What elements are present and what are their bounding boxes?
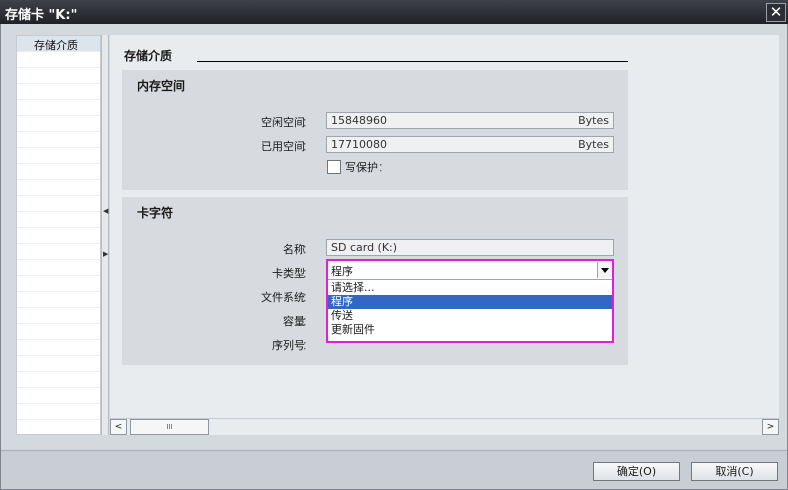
card-type-select[interactable]: 程序 — [328, 261, 612, 280]
expand-right-icon[interactable]: ▶ — [103, 250, 108, 258]
card-type-label: 卡类型 — [272, 267, 305, 280]
scroll-right-icon[interactable]: > — [762, 419, 779, 435]
colon: ： — [302, 116, 313, 129]
nav-empty-row — [17, 276, 100, 292]
nav-empty-row — [17, 404, 100, 420]
used-space-unit: Bytes — [578, 138, 609, 151]
section-title: 存储介质 — [124, 49, 173, 63]
close-icon[interactable]: ✕ — [766, 3, 786, 22]
nav-empty-row — [17, 164, 100, 180]
nav-empty-row — [17, 116, 100, 132]
free-space-value: 15848960 — [331, 114, 387, 127]
colon: ： — [302, 291, 313, 304]
card-group: 卡字符 名称 ： SD card (K:) 卡类型 ： 文件系统 ： 容量 ： … — [122, 197, 628, 365]
card-type-dropdown[interactable]: 程序 请选择... 程序 传送 更新固件 — [326, 259, 614, 343]
nav-empty-row — [17, 228, 100, 244]
collapse-left-icon[interactable]: ◀ — [103, 207, 108, 215]
nav-empty-row — [17, 52, 100, 68]
file-system-label: 文件系统 — [261, 291, 305, 304]
write-protect-checkbox[interactable] — [327, 160, 341, 174]
free-space-unit: Bytes — [578, 114, 609, 127]
title-bar: 存储卡 "K:" ✕ — [0, 0, 788, 24]
option-please-select[interactable]: 请选择... — [328, 281, 612, 295]
cancel-button[interactable]: 取消(C) — [691, 462, 778, 481]
nav-empty-row — [17, 356, 100, 372]
free-space-label: 空闲空间 — [261, 116, 305, 129]
window-title: 存储卡 "K:" — [5, 8, 78, 23]
nav-empty-row — [17, 324, 100, 340]
nav-empty-row — [17, 100, 100, 116]
scroll-thumb[interactable]: III — [130, 419, 209, 435]
colon: ： — [302, 339, 313, 352]
write-protect-label: 写保护： — [345, 161, 389, 174]
nav-empty-row — [17, 244, 100, 260]
nav-empty-row — [17, 372, 100, 388]
nav-empty-row — [17, 212, 100, 228]
used-space-label: 已用空间 — [261, 140, 305, 153]
used-space-value: 17710080 — [331, 138, 387, 151]
horizontal-scrollbar[interactable]: < III > — [110, 418, 779, 435]
memory-group-title: 内存空间 — [137, 79, 186, 93]
option-program[interactable]: 程序 — [328, 295, 612, 309]
chevron-down-icon[interactable] — [597, 262, 611, 278]
nav-empty-row — [17, 68, 100, 84]
nav-empty-row — [17, 84, 100, 100]
colon: ： — [302, 140, 313, 153]
dialog-body: 存储介质 ◀ ▶ 存储介质 内存空间 空闲空间 ： 15848960 Bytes… — [0, 24, 788, 490]
option-transfer[interactable]: 传送 — [328, 309, 612, 323]
used-space-field: 17710080 Bytes — [326, 136, 614, 153]
nav-empty-row — [17, 292, 100, 308]
nav-empty-row — [17, 196, 100, 212]
nav-empty-row — [17, 148, 100, 164]
nav-empty-row — [17, 388, 100, 404]
section-divider — [197, 61, 628, 62]
ok-button[interactable]: 确定(O) — [593, 462, 680, 481]
nav-empty-row — [17, 340, 100, 356]
nav-item-label: 存储介质 — [34, 39, 78, 52]
serial-number-label: 序列号 — [272, 339, 305, 352]
name-field: SD card (K:) — [326, 239, 614, 256]
nav-empty-row — [17, 260, 100, 276]
dialog-footer: 确定(O) 取消(C) — [1, 450, 787, 489]
option-firmware-update[interactable]: 更新固件 — [328, 323, 612, 337]
properties-content: 存储介质 内存空间 空闲空间 ： 15848960 Bytes 已用空间 ： 1… — [110, 35, 779, 419]
name-value: SD card (K:) — [331, 241, 398, 254]
scroll-left-icon[interactable]: < — [110, 419, 127, 435]
colon: ： — [302, 267, 313, 280]
free-space-field: 15848960 Bytes — [326, 112, 614, 129]
card-type-value: 程序 — [331, 265, 353, 278]
memory-group: 内存空间 空闲空间 ： 15848960 Bytes 已用空间 ： 177100… — [122, 70, 628, 190]
navigation-tree: 存储介质 — [16, 35, 101, 435]
nav-item-storage-medium[interactable]: 存储介质 — [17, 36, 100, 52]
nav-empty-row — [17, 132, 100, 148]
nav-empty-row — [17, 180, 100, 196]
colon: ： — [302, 315, 313, 328]
colon: ： — [302, 243, 313, 256]
nav-empty-row — [17, 308, 100, 324]
panel-splitter[interactable]: ◀ ▶ — [101, 35, 109, 435]
card-group-title: 卡字符 — [137, 206, 174, 220]
